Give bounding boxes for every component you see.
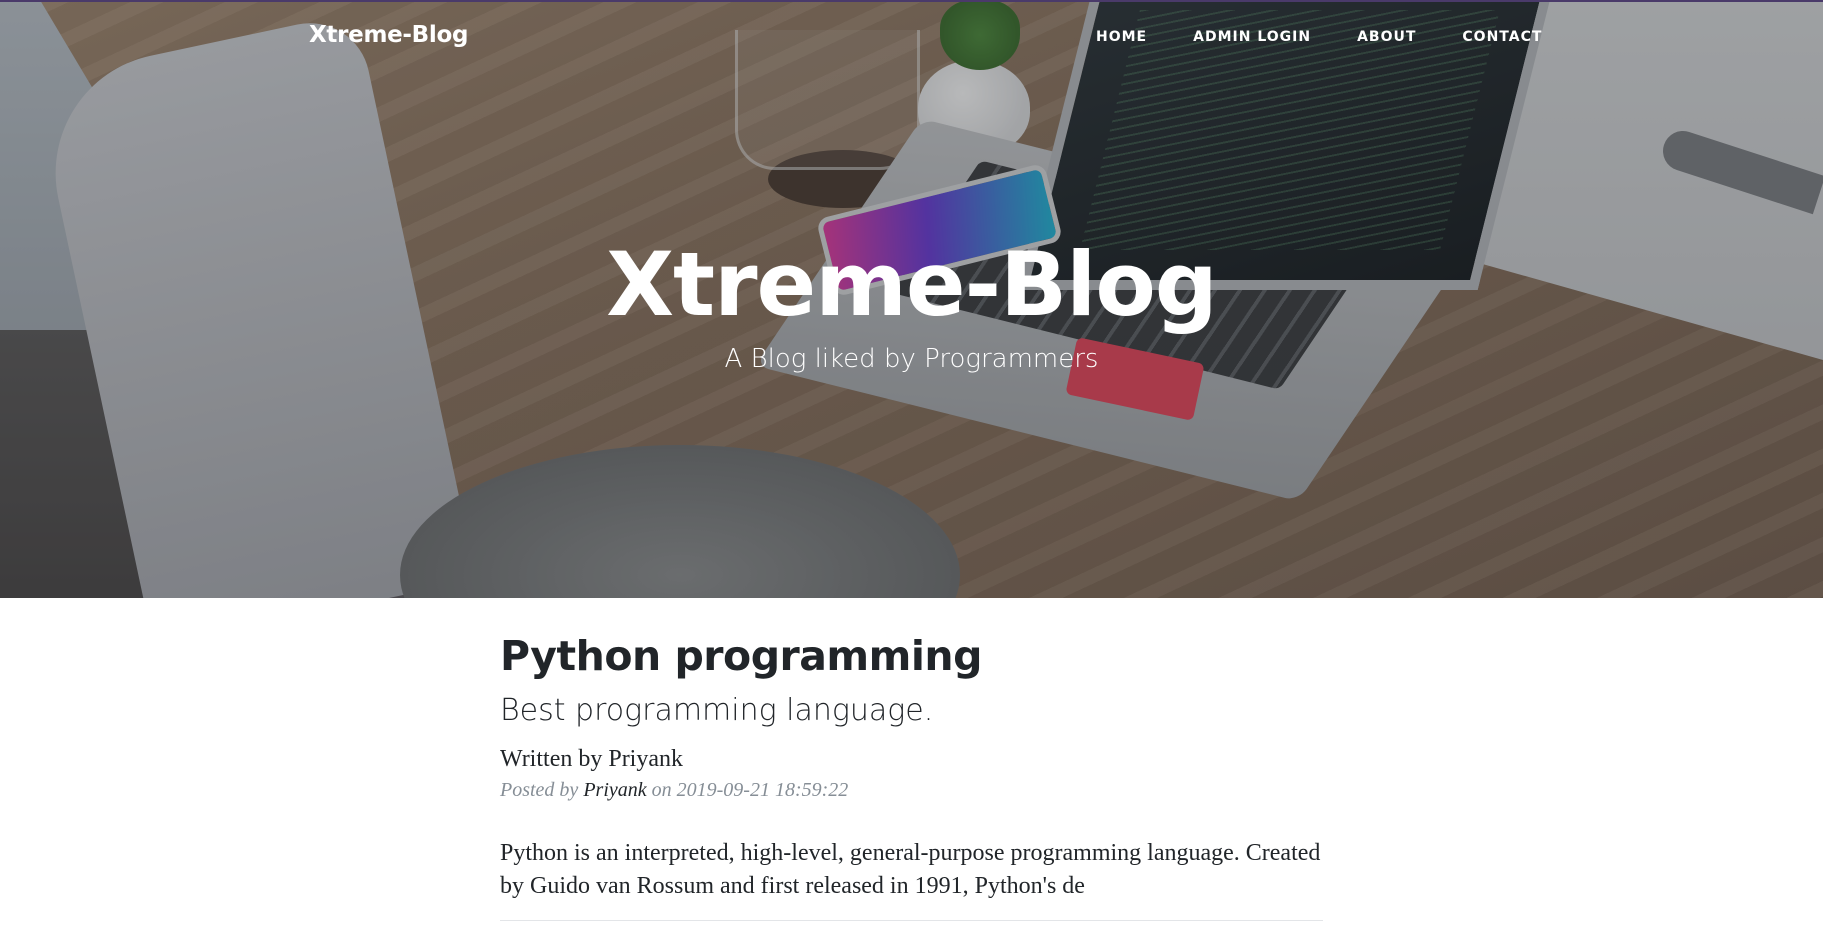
site-subtitle: A Blog liked by Programmers	[724, 344, 1099, 374]
post-excerpt: Python is an interpreted, high-level, ge…	[500, 840, 1321, 899]
nav-links: HOME ADMIN LOGIN ABOUT CONTACT	[1096, 29, 1588, 45]
main-navbar: Xtreme-Blog HOME ADMIN LOGIN ABOUT CONTA…	[0, 0, 1823, 76]
post-author-line: Written by Priyank	[500, 746, 683, 772]
post-meta-author[interactable]: Priyank	[583, 779, 646, 801]
brand-link[interactable]: Xtreme-Blog	[309, 22, 468, 48]
site-title: Xtreme-Blog	[606, 233, 1218, 336]
post-meta: Posted by Priyank on 2019-09-21 18:59:22	[500, 777, 1323, 803]
post-divider	[500, 920, 1323, 921]
post-meta-on: on	[651, 779, 672, 801]
nav-link-contact[interactable]: CONTACT	[1462, 29, 1542, 45]
nav-link-about[interactable]: ABOUT	[1357, 29, 1416, 45]
post-meta-date: 2019-09-21 18:59:22	[676, 779, 849, 801]
post-subtitle[interactable]: Best programming language.	[500, 692, 1323, 730]
nav-link-admin-login[interactable]: ADMIN LOGIN	[1193, 29, 1311, 45]
site-heading: Xtreme-Blog A Blog liked by Programmers	[0, 230, 1823, 374]
nav-link-home[interactable]: HOME	[1096, 29, 1147, 45]
post-preview[interactable]: Python programming Best programming lang…	[500, 626, 1323, 903]
post-title[interactable]: Python programming	[500, 626, 1323, 686]
post-meta-prefix: Posted by	[500, 779, 579, 801]
